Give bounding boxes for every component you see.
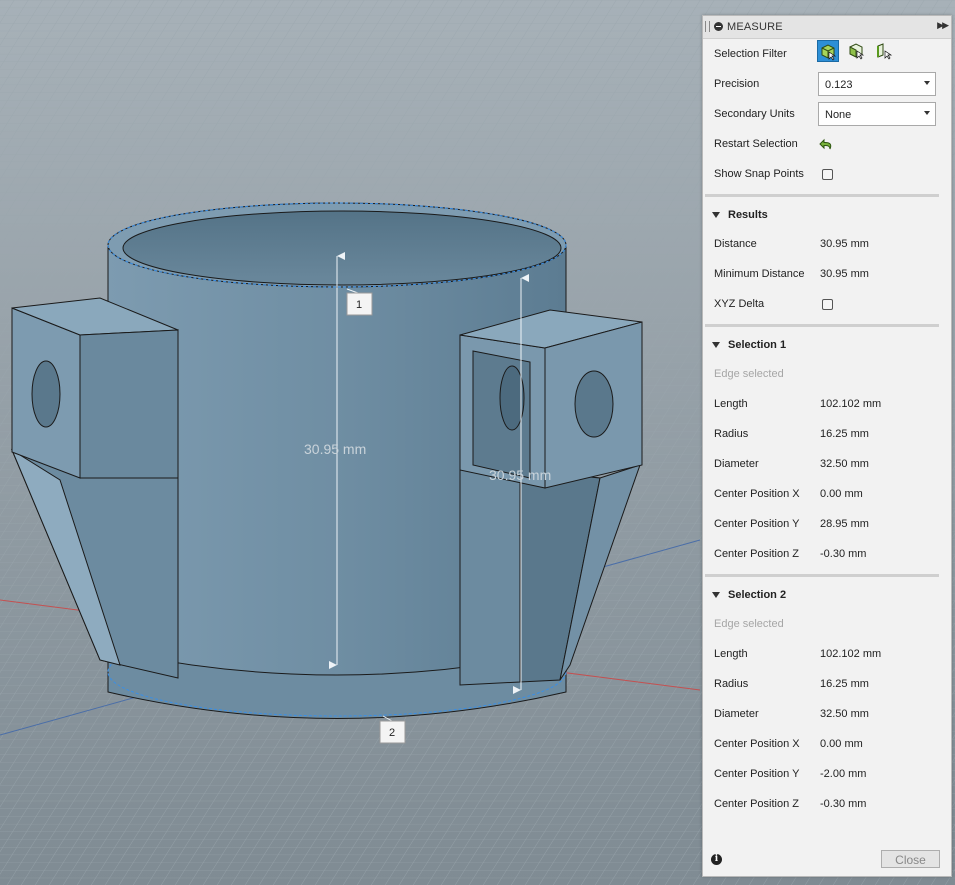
divider: [705, 324, 939, 327]
property-value: -0.30 mm: [820, 798, 867, 810]
panel-title-bar[interactable]: MEASURE ▶▶: [703, 16, 951, 39]
property-label: Radius: [714, 678, 749, 690]
dimension-label-1: 30.95 mm: [304, 441, 366, 457]
min-distance-label: Minimum Distance: [714, 268, 805, 280]
property-value: 32.50 mm: [820, 708, 869, 720]
dimension-label-2: 30.95 mm: [489, 467, 551, 483]
filter-face-icon[interactable]: [846, 40, 868, 62]
min-distance-row: Minimum Distance 30.95 mm: [714, 260, 939, 290]
collapse-triangle-icon: [712, 212, 720, 218]
table-row: Length 102.102 mm: [714, 390, 939, 420]
table-row: Diameter 32.50 mm: [714, 700, 939, 730]
xyz-delta-row: XYZ Delta: [714, 290, 939, 320]
table-row: Radius 16.25 mm: [714, 670, 939, 700]
property-value: -2.00 mm: [820, 768, 867, 780]
distance-row: Distance 30.95 mm: [714, 230, 939, 260]
selection-filter-row: Selection Filter: [714, 40, 939, 70]
precision-dropdown[interactable]: 0.123: [818, 72, 936, 96]
selection-filter-label: Selection Filter: [714, 48, 787, 60]
selection-2-section-header[interactable]: Selection 2: [712, 584, 939, 606]
secondary-units-label: Secondary Units: [714, 108, 795, 120]
restart-selection-row: Restart Selection: [714, 130, 939, 160]
property-label: Length: [714, 398, 748, 410]
divider: [705, 574, 939, 577]
drag-handle-icon[interactable]: [705, 21, 710, 32]
chevron-down-icon: [924, 111, 930, 115]
table-row: Center Position Z -0.30 mm: [714, 790, 939, 820]
min-distance-value: 30.95 mm: [820, 268, 869, 280]
property-label: Center Position X: [714, 738, 800, 750]
point-marker-1-label: 1: [356, 299, 362, 311]
property-label: Center Position Y: [714, 768, 800, 780]
top-rim-inner: [122, 210, 562, 286]
results-section-header[interactable]: Results: [712, 204, 939, 226]
secondary-units-dropdown[interactable]: None: [818, 102, 936, 126]
table-row: Center Position Z -0.30 mm: [714, 540, 939, 570]
selection-1-status-row: Edge selected: [714, 360, 939, 390]
table-row: Center Position Y -2.00 mm: [714, 760, 939, 790]
filter-edge-icon[interactable]: [874, 40, 896, 62]
property-label: Center Position X: [714, 488, 800, 500]
show-snap-points-row: Show Snap Points: [714, 160, 939, 190]
right-bracket-inner-hole: [499, 365, 525, 431]
table-row: Radius 16.25 mm: [714, 420, 939, 450]
results-title: Results: [728, 209, 768, 221]
secondary-units-row: Secondary Units None: [714, 100, 939, 130]
property-value: 102.102 mm: [820, 398, 882, 410]
property-label: Center Position Y: [714, 518, 800, 530]
property-value: 16.25 mm: [820, 678, 869, 690]
collapse-triangle-icon: [712, 592, 720, 598]
show-snap-points-checkbox[interactable]: [822, 169, 833, 180]
xyz-delta-label: XYZ Delta: [714, 298, 765, 310]
distance-value: 30.95 mm: [820, 238, 869, 250]
table-row: Center Position Y 28.95 mm: [714, 510, 939, 540]
selection-2-status: Edge selected: [714, 618, 784, 630]
left-bracket-hole: [31, 360, 61, 428]
property-label: Diameter: [714, 458, 759, 470]
restart-selection-label: Restart Selection: [714, 138, 798, 150]
close-button[interactable]: Close: [881, 850, 940, 868]
xyz-delta-checkbox[interactable]: [822, 299, 833, 310]
property-value: 28.95 mm: [820, 518, 869, 530]
selection-2-title: Selection 2: [728, 589, 787, 601]
divider: [705, 194, 939, 197]
property-label: Radius: [714, 428, 749, 440]
property-label: Length: [714, 648, 748, 660]
chevron-down-icon: [924, 81, 930, 85]
point-marker-1[interactable]: 1: [346, 288, 373, 316]
precision-row: Precision 0.123: [714, 70, 939, 100]
property-label: Center Position Z: [714, 798, 799, 810]
selection-1-title: Selection 1: [728, 339, 787, 351]
filter-body-icon[interactable]: [817, 40, 839, 62]
selection-1-section-header[interactable]: Selection 1: [712, 334, 939, 356]
property-label: Center Position Z: [714, 548, 799, 560]
property-label: Diameter: [714, 708, 759, 720]
collapse-triangle-icon: [712, 342, 720, 348]
property-value: 102.102 mm: [820, 648, 882, 660]
property-value: 0.00 mm: [820, 488, 863, 500]
info-icon[interactable]: i: [711, 854, 722, 865]
table-row: Center Position X 0.00 mm: [714, 730, 939, 760]
distance-label: Distance: [714, 238, 757, 250]
property-value: 0.00 mm: [820, 738, 863, 750]
precision-label: Precision: [714, 78, 760, 90]
table-row: Length 102.102 mm: [714, 640, 939, 670]
show-snap-points-label: Show Snap Points: [714, 168, 804, 180]
property-value: 32.50 mm: [820, 458, 869, 470]
panel-title: MEASURE: [727, 21, 783, 33]
table-row: Diameter 32.50 mm: [714, 450, 939, 480]
table-row: Center Position X 0.00 mm: [714, 480, 939, 510]
property-value: 16.25 mm: [820, 428, 869, 440]
measure-panel: MEASURE ▶▶ Selection Filter Precision 0.…: [702, 15, 952, 877]
selection-1-status: Edge selected: [714, 368, 784, 380]
right-bracket-hole: [574, 370, 614, 438]
precision-value: 0.123: [825, 79, 853, 91]
selection-2-status-row: Edge selected: [714, 610, 939, 640]
point-marker-2-label: 2: [389, 727, 395, 739]
minus-circle-icon: [714, 22, 723, 31]
restart-arrow-icon[interactable]: [818, 136, 836, 154]
property-value: -0.30 mm: [820, 548, 867, 560]
expand-panel-icon[interactable]: ▶▶: [937, 20, 949, 31]
secondary-units-value: None: [825, 109, 852, 121]
